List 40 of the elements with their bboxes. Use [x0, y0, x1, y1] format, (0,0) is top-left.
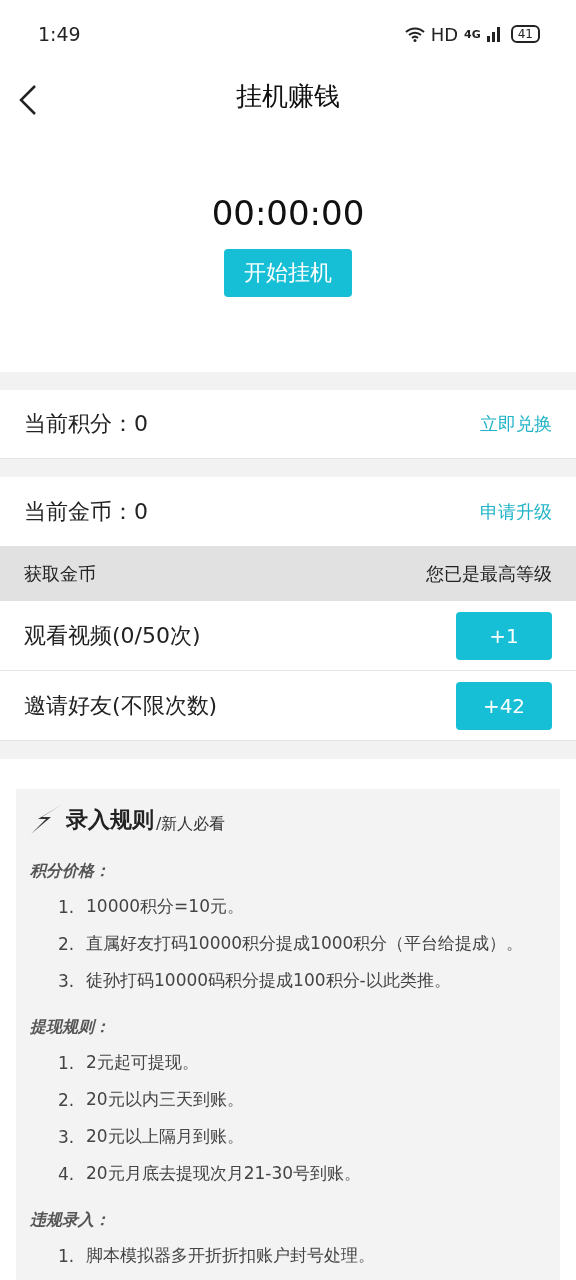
points-label: 当前积分：0	[24, 410, 148, 438]
hd-label: HD	[430, 23, 459, 45]
level-status: 您已是最高等级	[426, 561, 552, 586]
item-number: 1.	[58, 1052, 76, 1073]
rules-subtitle: /新人必看	[156, 814, 226, 835]
start-button[interactable]: 开始挂机	[224, 249, 352, 297]
task-label: 观看视频(0/50次)	[24, 621, 201, 650]
rule-text: 10000积分=10元。	[86, 895, 244, 918]
item-number: 1.	[58, 896, 76, 917]
rule-heading: 违规录入：	[30, 1210, 111, 1231]
rule-text: 直属好友打码10000积分提成1000积分（平台给提成）。	[86, 932, 524, 955]
header-title: 获取金币	[24, 561, 96, 586]
rule-heading: 积分价格：	[30, 861, 111, 882]
rule-heading: 提现规则：	[30, 1017, 111, 1038]
task-label: 邀请好友(不限次数)	[24, 691, 218, 720]
rules-title: 录入规则	[66, 806, 154, 834]
network-label: 4G	[464, 27, 481, 41]
redeem-link[interactable]: 立即兑换	[480, 412, 552, 436]
wifi-icon	[404, 26, 425, 42]
rule-text: 20元以上隔月到账。	[86, 1125, 244, 1148]
reward-button[interactable]: +1	[456, 611, 552, 660]
item-number: 2.	[58, 933, 76, 954]
item-number: 3.	[58, 1126, 76, 1147]
page-title: 挂机赚钱	[236, 80, 340, 113]
rule-text: 脚本模拟器多开折折扣账户封号处理。	[86, 1244, 375, 1267]
battery-level: 41	[510, 25, 540, 43]
coins-label: 当前金币：0	[24, 497, 148, 526]
item-number: 4.	[58, 1163, 76, 1184]
rule-text: 2元起可提现。	[86, 1051, 199, 1074]
rule-text: 20元以内三天到账。	[86, 1088, 244, 1111]
item-number: 1.	[58, 1245, 76, 1266]
item-number: 3.	[58, 970, 76, 991]
rule-text: 20元月底去提现次月21-30号到账。	[86, 1162, 362, 1185]
signal-icon	[486, 26, 501, 42]
status-time: 1:49	[38, 23, 81, 45]
rule-text: 徒孙打码10000码积分提成100积分-以此类推。	[86, 969, 451, 992]
upgrade-link[interactable]: 申请升级	[480, 499, 552, 524]
item-number: 2.	[58, 1089, 76, 1110]
timer-display: 00:00:00	[211, 193, 365, 233]
reward-button[interactable]: +42	[456, 681, 552, 730]
